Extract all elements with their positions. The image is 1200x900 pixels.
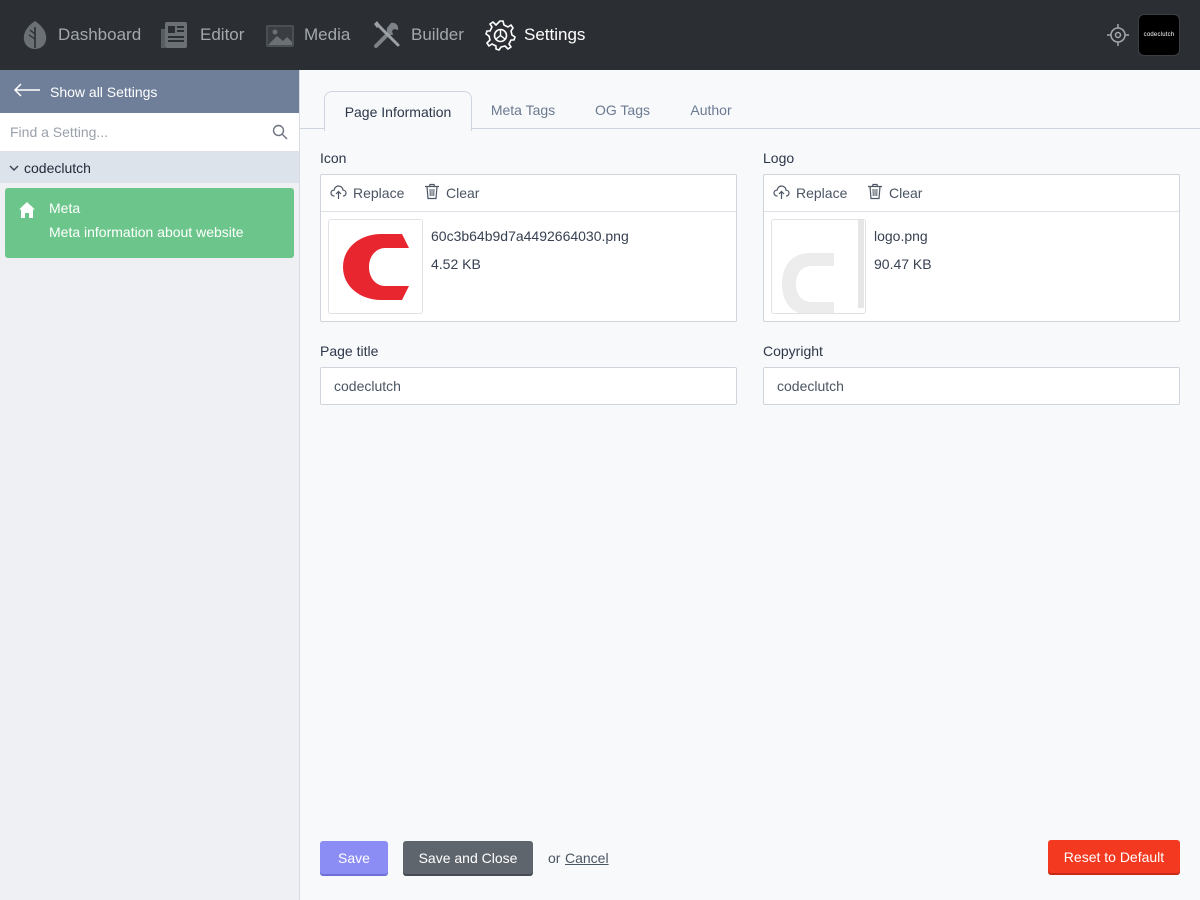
settings-group-codeclutch[interactable]: codeclutch bbox=[0, 152, 299, 183]
nav-dashboard[interactable]: Dashboard bbox=[20, 0, 141, 70]
image-icon bbox=[264, 19, 296, 51]
nav-media-label: Media bbox=[304, 25, 351, 44]
tab-author[interactable]: Author bbox=[678, 91, 744, 129]
sidebar-item-title: Meta bbox=[49, 200, 81, 216]
logo-replace-label: Replace bbox=[796, 185, 848, 201]
setting-search bbox=[0, 113, 299, 152]
tools-icon bbox=[371, 19, 403, 51]
sidebar-item-meta[interactable]: Meta Meta information about website bbox=[5, 188, 294, 258]
nav-dashboard-label: Dashboard bbox=[58, 25, 142, 44]
sidebar-item-description: Meta information about website bbox=[49, 224, 244, 240]
icon-file-box: Replace Clear 60c3b64b9d7a4492664030.png… bbox=[320, 174, 737, 322]
settings-main: Page Information Meta Tags OG Tags Autho… bbox=[300, 70, 1200, 900]
nav-settings[interactable]: Settings bbox=[484, 0, 585, 70]
save-button[interactable]: Save bbox=[320, 841, 388, 874]
logo-replace-button[interactable]: Replace bbox=[773, 175, 847, 211]
save-and-close-button[interactable]: Save and Close bbox=[403, 841, 533, 874]
copyright-input[interactable] bbox=[763, 367, 1180, 405]
copyright-label: Copyright bbox=[763, 343, 823, 359]
page-title-label: Page title bbox=[320, 343, 379, 359]
search-icon[interactable] bbox=[272, 124, 288, 140]
icon-replace-button[interactable]: Replace bbox=[330, 175, 404, 211]
logo-thumbnail bbox=[771, 219, 866, 314]
home-icon bbox=[18, 201, 36, 219]
logo-file-toolbar: Replace Clear bbox=[764, 175, 1179, 212]
icon-file-name: 60c3b64b9d7a4492664030.png bbox=[431, 228, 629, 244]
newspaper-icon bbox=[160, 19, 192, 51]
cancel-link[interactable]: Cancel bbox=[565, 850, 609, 866]
logo-clear-label: Clear bbox=[889, 185, 923, 201]
logo-file-box: Replace Clear logo.png 90.47 KB bbox=[763, 174, 1180, 322]
show-all-settings-label: Show all Settings bbox=[50, 83, 158, 100]
icon-clear-label: Clear bbox=[446, 185, 480, 201]
show-all-settings-button[interactable]: Show all Settings bbox=[0, 70, 299, 113]
icon-field-label: Icon bbox=[320, 150, 347, 166]
chevron-down-icon bbox=[9, 160, 19, 176]
logo-file-size: 90.47 KB bbox=[874, 256, 932, 272]
reset-to-default-button[interactable]: Reset to Default bbox=[1048, 840, 1180, 873]
logo-file-name: logo.png bbox=[874, 228, 928, 244]
upload-cloud-icon bbox=[773, 184, 790, 203]
trash-icon bbox=[867, 183, 883, 203]
tab-page-information[interactable]: Page Information bbox=[324, 91, 472, 131]
nav-editor-label: Editor bbox=[200, 25, 245, 44]
nav-editor[interactable]: Editor bbox=[160, 0, 244, 70]
trash-icon bbox=[424, 183, 440, 203]
avatar-text: codeclutch bbox=[1143, 32, 1175, 38]
tab-meta-tags[interactable]: Meta Tags bbox=[478, 91, 568, 129]
nav-settings-label: Settings bbox=[524, 25, 586, 44]
icon-thumbnail bbox=[328, 219, 423, 314]
logo-field-label: Logo bbox=[763, 150, 795, 166]
locate-icon[interactable] bbox=[1106, 23, 1130, 47]
leaf-icon bbox=[20, 19, 50, 51]
page-title-input[interactable] bbox=[320, 367, 737, 405]
icon-file-size: 4.52 KB bbox=[431, 256, 481, 272]
settings-sidebar: Show all Settings codeclutch Meta Meta i… bbox=[0, 70, 300, 900]
upload-cloud-icon bbox=[330, 184, 347, 203]
setting-search-input[interactable] bbox=[0, 113, 260, 151]
nav-builder[interactable]: Builder bbox=[371, 0, 464, 70]
or-text: or bbox=[548, 850, 561, 866]
icon-clear-button[interactable]: Clear bbox=[424, 175, 479, 211]
avatar[interactable]: codeclutch bbox=[1138, 14, 1180, 56]
settings-group-label: codeclutch bbox=[24, 159, 91, 176]
gear-icon bbox=[484, 19, 516, 51]
icon-replace-label: Replace bbox=[353, 185, 405, 201]
arrow-left-icon bbox=[13, 83, 41, 100]
tab-og-tags[interactable]: OG Tags bbox=[580, 91, 665, 129]
logo-clear-button[interactable]: Clear bbox=[867, 175, 922, 211]
icon-file-toolbar: Replace Clear bbox=[321, 175, 736, 212]
nav-media[interactable]: Media bbox=[264, 0, 350, 70]
nav-builder-label: Builder bbox=[411, 25, 464, 44]
top-navigation-bar: Dashboard Editor Media Builder Settings … bbox=[0, 0, 1200, 70]
